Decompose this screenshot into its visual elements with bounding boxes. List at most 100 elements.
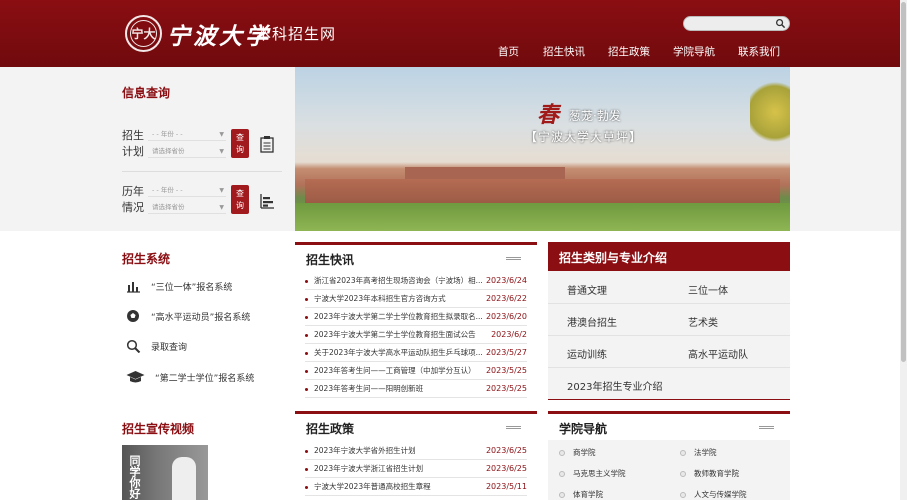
policy-item-title: 宁波大学2023年普通高校招生章程 (314, 482, 431, 491)
chevron-down-icon: ▼ (219, 187, 224, 194)
system-second-degree[interactable]: “第二学士学位”报名系统 (126, 370, 254, 384)
department-label: 教师教育学院 (694, 469, 739, 478)
category-three-in-one[interactable]: 三位一体 (688, 282, 728, 297)
department-item[interactable]: 人文与传媒学院 (680, 489, 747, 500)
bar-chart-icon[interactable] (259, 192, 275, 210)
plan-button-bottom: 询 (236, 145, 244, 154)
nav-departments[interactable]: 学院导航 (673, 44, 715, 59)
news-item-date: 2023/5/25 (485, 384, 527, 393)
nav-policy[interactable]: 招生政策 (608, 44, 650, 59)
banner-lawn (295, 203, 790, 231)
category-arts[interactable]: 艺术类 (688, 314, 718, 329)
news-item-date: 2023/6/24 (485, 276, 527, 285)
category-hk-macau-taiwan[interactable]: 港澳台招生 (567, 314, 617, 329)
departments-more-icon[interactable] (759, 426, 774, 429)
news-item-title: 2023年答考生问——阳明创新班 (314, 384, 424, 393)
history-province-select[interactable]: 请选择省份 ▼ (148, 201, 226, 214)
category-majors-2023[interactable]: 2023年招生专业介绍 (567, 378, 662, 393)
circle-bullet-icon (680, 470, 686, 477)
plan-label-bottom: 计划 (122, 145, 144, 158)
policy-item[interactable]: 2023年宁波大学浙江省招生计划 2023/6/25 (305, 460, 527, 478)
news-item-date: 2023/5/27 (485, 348, 527, 357)
graduation-cap-icon (126, 371, 145, 383)
policy-item-date: 2023/6/25 (485, 464, 527, 473)
history-query-button[interactable]: 查 询 (231, 185, 249, 214)
department-label: 人文与传媒学院 (694, 490, 747, 499)
search-icon[interactable] (775, 18, 786, 29)
banner-line1: 葱茏·勃发 (569, 109, 621, 123)
history-year-select[interactable]: - - 年份 - - ▼ (148, 184, 226, 197)
site-subtitle: 本科招生网 (256, 25, 337, 43)
department-item[interactable]: 教师教育学院 (680, 468, 739, 479)
query-divider (122, 171, 282, 172)
bullet-icon (305, 370, 308, 373)
circle-bullet-icon (559, 491, 565, 498)
news-item[interactable]: 浙江省2023年高考招生现场咨询会（宁波场）相... 2023/6/24 (305, 272, 527, 290)
department-item[interactable]: 体育学院 (559, 489, 603, 500)
bullet-icon (305, 280, 308, 283)
departments-title: 学院导航 (559, 422, 608, 436)
news-more-icon[interactable] (506, 257, 521, 260)
chevron-down-icon: ▼ (219, 131, 224, 138)
news-item-date: 2023/5/25 (485, 366, 527, 375)
system-admission-query[interactable]: 录取查询 (126, 339, 187, 353)
category-sports-training[interactable]: 运动训练 (567, 346, 607, 361)
department-item[interactable]: 法学院 (680, 447, 717, 458)
system-label: 录取查询 (151, 342, 188, 353)
nav-home[interactable]: 首页 (498, 44, 519, 59)
departments-panel-border (548, 411, 790, 414)
department-item[interactable]: 商学院 (559, 447, 596, 458)
department-label: 商学院 (573, 448, 596, 457)
video-title: 招生宣传视频 (122, 422, 195, 436)
system-three-in-one[interactable]: “三位一体”报名系统 (126, 279, 232, 293)
news-title: 招生快讯 (306, 253, 355, 267)
policy-item[interactable]: 宁波大学2023年普通高校招生章程 2023/5/11 (305, 478, 527, 496)
promo-video-thumbnail[interactable]: 同学你好 (122, 445, 208, 500)
news-item-title: 宁波大学2023年本科招生官方咨询方式 (314, 294, 446, 303)
seal-text: 宁大 (130, 20, 157, 47)
news-item[interactable]: 2023年答考生问——阳明创新班 2023/5/25 (305, 380, 527, 398)
plan-year-select[interactable]: - - 年份 - - ▼ (148, 128, 226, 141)
policy-item[interactable]: 2023年宁波大学省外招生计划 2023/6/25 (305, 442, 527, 460)
category-high-level-athletes[interactable]: 高水平运动队 (688, 346, 748, 361)
bar-chart-icon (127, 282, 140, 293)
plan-province-select[interactable]: 请选择省份 ▼ (148, 145, 226, 158)
news-item[interactable]: 2023年宁波大学第二学士学位教育招生面试公告 2023/6/2 (305, 326, 527, 344)
main-nav: 首页 招生快讯 招生政策 学院导航 联系我们 (0, 44, 900, 60)
news-item[interactable]: 2023年宁波大学第二学士学位教育招生拟录取名... 2023/6/20 (305, 308, 527, 326)
history-year-value: - - 年份 - - (152, 186, 183, 194)
history-label-bottom: 情况 (122, 201, 144, 214)
department-item[interactable]: 马克思主义学院 (559, 468, 626, 479)
banner-tree (750, 77, 790, 147)
search-icon (126, 339, 141, 353)
news-item[interactable]: 宁波大学2023年本科招生官方咨询方式 2023/6/22 (305, 290, 527, 308)
clipboard-icon[interactable] (259, 135, 275, 153)
bullet-icon (305, 316, 308, 319)
campus-banner[interactable]: 春 葱茏·勃发 【宁波大学大草坪】 (295, 67, 790, 231)
search-input[interactable] (683, 16, 790, 31)
bullet-icon (305, 468, 308, 471)
video-thumb-figure (172, 457, 196, 500)
page-scrollbar[interactable] (900, 0, 907, 500)
policy-panel-border (295, 411, 537, 414)
nav-contact[interactable]: 联系我们 (738, 44, 780, 59)
nav-news[interactable]: 招生快讯 (543, 44, 585, 59)
category-general[interactable]: 普通文理 (567, 282, 607, 297)
category-divider (548, 367, 790, 368)
football-icon (127, 310, 139, 322)
circle-bullet-icon (680, 449, 686, 456)
site-header: 宁大 宁波大学 本科招生网 首页 招生快讯 招生政策 学院导航 联系我们 (0, 0, 900, 67)
banner-building (305, 179, 780, 203)
category-divider (548, 303, 790, 304)
system-athletes[interactable]: “高水平运动员”报名系统 (126, 309, 250, 323)
history-province-value: 请选择省份 (152, 203, 185, 211)
news-item[interactable]: 关于2023年宁波大学高水平运动队招生乒乓球项... 2023/5/27 (305, 344, 527, 362)
plan-query-button[interactable]: 查 询 (231, 129, 249, 158)
policy-more-icon[interactable] (506, 426, 521, 429)
scrollbar-thumb[interactable] (901, 2, 906, 362)
history-label-top: 历年 (122, 185, 144, 198)
news-item[interactable]: 2023年答考生问——工商管理（中加学分互认） 2023/5/25 (305, 362, 527, 380)
history-label: 历年 情况 (122, 184, 146, 216)
banner-chun: 春 (537, 102, 560, 128)
circle-bullet-icon (559, 470, 565, 477)
